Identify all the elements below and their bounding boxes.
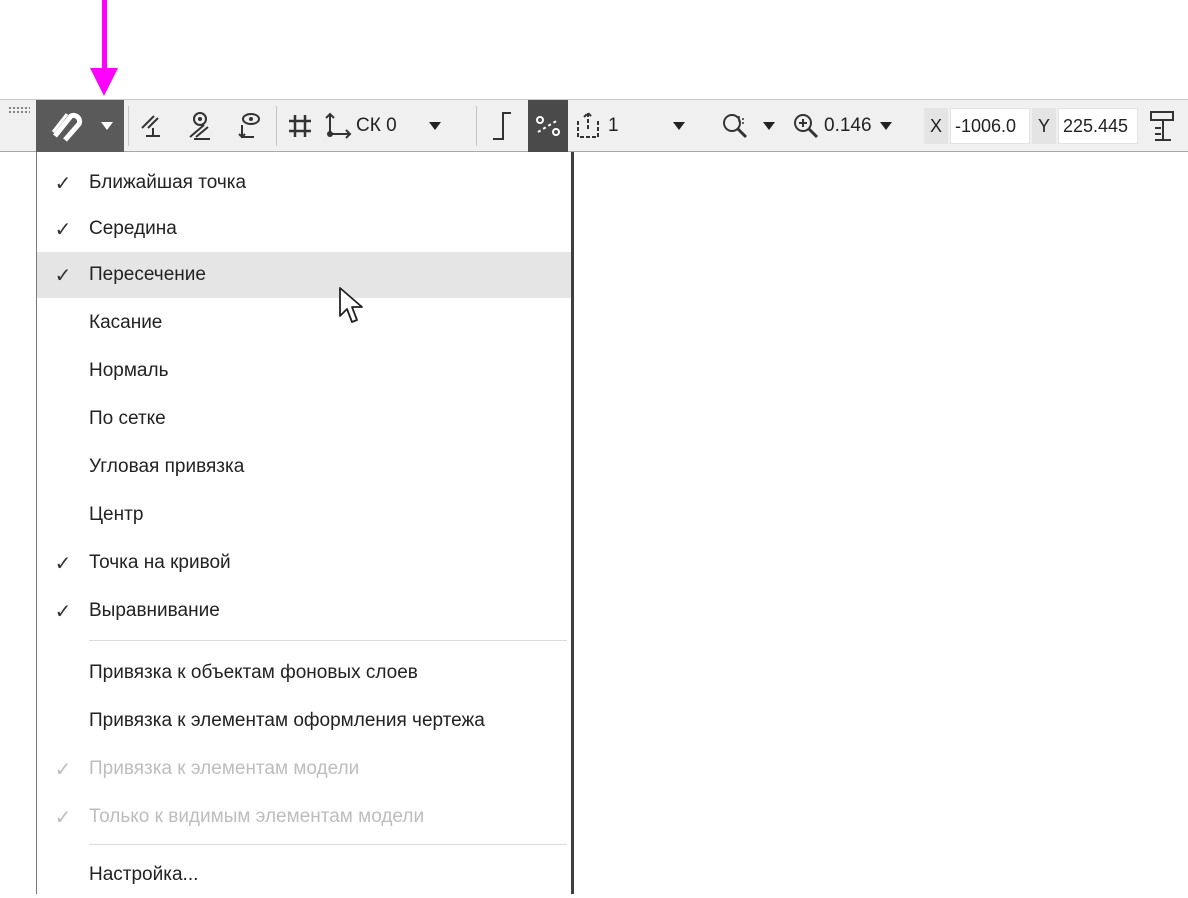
check-icon: ✓ — [54, 218, 72, 241]
toolbar-grip[interactable] — [8, 106, 30, 114]
point-eye-icon — [238, 113, 260, 139]
menu-item-label: Нормаль — [89, 360, 169, 381]
menu-item-label: Центр — [89, 504, 144, 525]
zoom-dropdown-icon[interactable] — [880, 122, 892, 130]
menu-item-tangent[interactable]: Касание — [37, 300, 571, 346]
magnifier-select[interactable] — [712, 100, 784, 152]
magnifier-icon — [723, 114, 748, 139]
menu-item-label: Выравнивание — [89, 600, 220, 621]
snap-toggle-button[interactable] — [36, 100, 124, 152]
menu-item-model-elements: ✓ Привязка к элементам модели — [37, 746, 571, 792]
check-icon: ✓ — [54, 806, 72, 829]
menu-item-label: Угловая привязка — [89, 456, 245, 477]
point-eye-button[interactable] — [228, 100, 268, 152]
menu-item-label: Касание — [89, 312, 163, 333]
zoom-select[interactable]: 0.146 — [792, 100, 918, 152]
menu-item-label: По сетке — [89, 408, 166, 429]
pink-pointer-arrow-icon — [90, 0, 118, 96]
menu-divider — [89, 640, 567, 641]
menu-item-midpoint[interactable]: ✓ Середина — [37, 206, 571, 252]
menu-item-label: Привязка к элементам модели — [89, 758, 360, 779]
check-icon: ✓ — [54, 172, 72, 195]
snap-dropdown-arrow-icon[interactable] — [101, 122, 113, 130]
menu-item-label: Точка на кривой — [89, 552, 231, 573]
menu-item-label: Привязка к объектам фоновых слоев — [89, 662, 418, 683]
y-coordinate-field[interactable]: 225.445 — [1058, 108, 1138, 144]
snap-magnet-icon — [51, 112, 83, 142]
menu-item-center[interactable]: Центр — [37, 492, 571, 538]
x-label: X — [924, 108, 948, 144]
check-icon: ✓ — [54, 600, 72, 623]
coordinate-system-value: СК 0 — [356, 115, 397, 136]
parallel-button[interactable] — [132, 100, 172, 152]
tangent-eye-button[interactable] — [180, 100, 220, 152]
toolbar: СК 0 1 0.146 X -1006.0 Y 225.445 — [0, 99, 1188, 152]
layer-value: 1 — [608, 115, 619, 136]
check-icon: ✓ — [54, 552, 72, 575]
menu-item-intersection[interactable]: ✓ Пересечение — [37, 252, 571, 298]
grid-icon — [289, 115, 311, 137]
zoom-value: 0.146 — [824, 115, 872, 136]
menu-item-label: Пересечение — [89, 264, 206, 285]
layer-select[interactable]: 1 — [574, 100, 704, 152]
y-label: Y — [1032, 108, 1056, 144]
check-icon: ✓ — [54, 264, 72, 287]
menu-item-settings[interactable]: Настройка... — [37, 852, 571, 898]
ruler-icon — [1150, 111, 1174, 141]
tangent-eye-icon — [189, 112, 210, 140]
snap-points-icon — [536, 116, 560, 136]
menu-item-label: Только к видимым элементам модели — [89, 806, 425, 827]
snap-points-button[interactable] — [528, 100, 568, 152]
x-coordinate-field[interactable]: -1006.0 — [950, 108, 1030, 144]
menu-item-angular-snap[interactable]: Угловая привязка — [37, 444, 571, 490]
menu-item-background-layers[interactable]: Привязка к объектам фоновых слоев — [37, 650, 571, 696]
menu-item-grid[interactable]: По сетке — [37, 396, 571, 442]
menu-item-drawing-elements[interactable]: Привязка к элементам оформления чертежа — [37, 698, 571, 744]
parallel-icon — [141, 115, 160, 137]
menu-item-point-on-curve[interactable]: ✓ Точка на кривой — [37, 540, 571, 586]
menu-item-label: Настройка... — [89, 864, 199, 885]
menu-divider — [89, 844, 567, 845]
check-icon: ✓ — [54, 758, 72, 781]
menu-item-label: Середина — [89, 218, 177, 239]
ortho-button[interactable] — [482, 100, 522, 152]
magnifier-dropdown-icon[interactable] — [763, 122, 775, 130]
menu-item-label: Привязка к элементам оформления чертежа — [89, 710, 485, 731]
menu-item-label: Ближайшая точка — [89, 172, 247, 193]
menu-item-visible-model-elements: ✓ Только к видимым элементам модели — [37, 794, 571, 840]
layer-dropdown-icon[interactable] — [672, 122, 685, 130]
menu-item-nearest-point[interactable]: ✓ Ближайшая точка — [37, 160, 571, 206]
menu-item-normal[interactable]: Нормаль — [37, 348, 571, 394]
grid-button[interactable] — [282, 100, 318, 152]
snap-menu: ✓ Ближайшая точка ✓ Середина ✓ Пересечен… — [36, 152, 574, 894]
menu-item-alignment[interactable]: ✓ Выравнивание — [37, 588, 571, 634]
ucs-axes-icon — [325, 112, 352, 139]
mouse-cursor-icon — [339, 287, 363, 323]
layer-icon — [577, 111, 599, 138]
ortho-icon — [493, 112, 511, 140]
coordinate-system-dropdown-icon[interactable] — [428, 122, 441, 130]
coordinate-system-select[interactable]: СК 0 — [324, 100, 474, 152]
ruler-button[interactable] — [1142, 100, 1182, 152]
zoom-icon — [794, 114, 819, 139]
